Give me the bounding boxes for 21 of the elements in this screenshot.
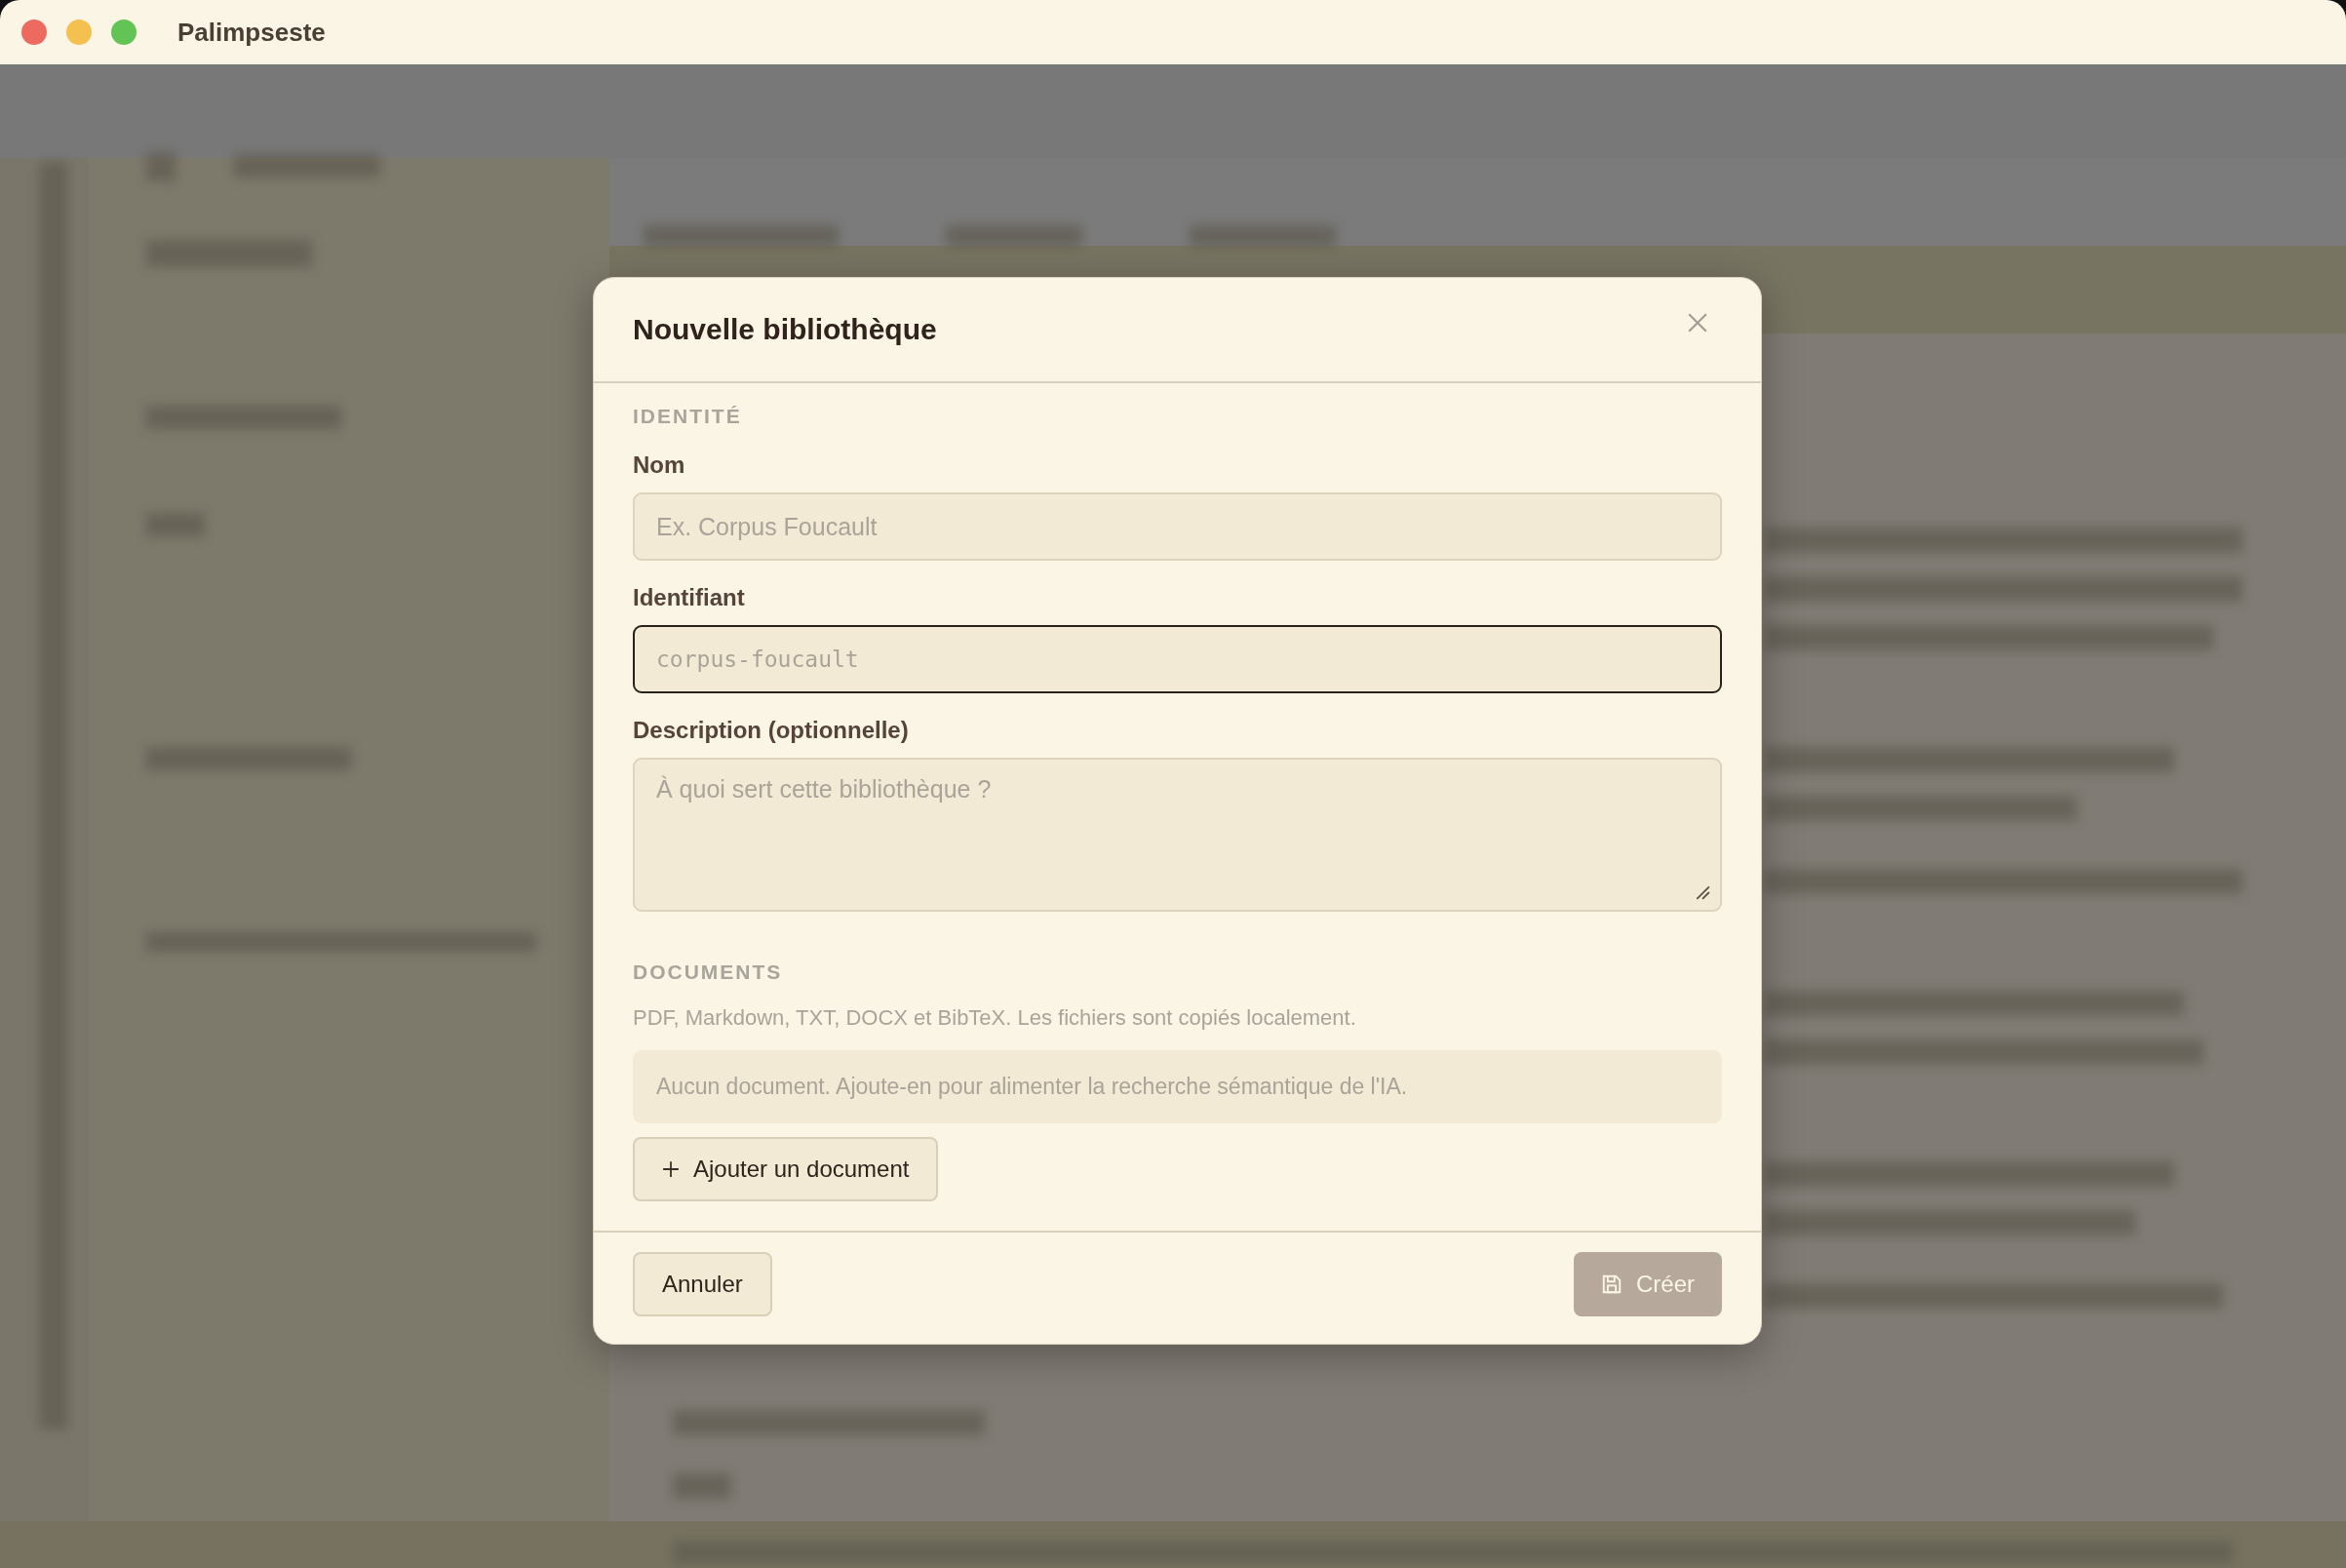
close-window-button[interactable] [21,20,47,45]
zoom-window-button[interactable] [111,20,137,45]
dialog-title: Nouvelle bibliothèque [633,313,937,346]
plus-icon [662,1160,680,1178]
help-text: PDF, Markdown, TXT, DOCX et BibTeX. Les fichiers sont copiés localement. [633,1005,1356,1031]
close-icon[interactable] [1687,312,1708,333]
cancel-button[interactable]: Annuler [633,1252,772,1316]
resize-handle-icon[interactable] [1695,884,1710,900]
description-field[interactable]: À quoi sert cette bibliothèque ? [633,758,1722,912]
add-document-button[interactable]: Ajouter un document [633,1137,939,1201]
field-label: Nom [633,451,685,479]
window-title: Palimpseste [177,17,326,48]
save-icon [1601,1274,1623,1295]
field-label: Description (optionnelle) [633,717,909,744]
section-heading: IDENTITÉ [633,405,742,428]
input-field[interactable]: corpus-foucault [633,625,1722,693]
section-heading: DOCUMENTS [633,960,783,984]
input-field[interactable]: Ex. Corpus Foucault [633,492,1722,561]
field-label: Identifiant [633,584,745,611]
empty-message: Aucun document. Ajoute-en pour alimenter la recherche sémantique de l'IA. [633,1050,1722,1123]
minimize-window-button[interactable] [66,20,92,45]
